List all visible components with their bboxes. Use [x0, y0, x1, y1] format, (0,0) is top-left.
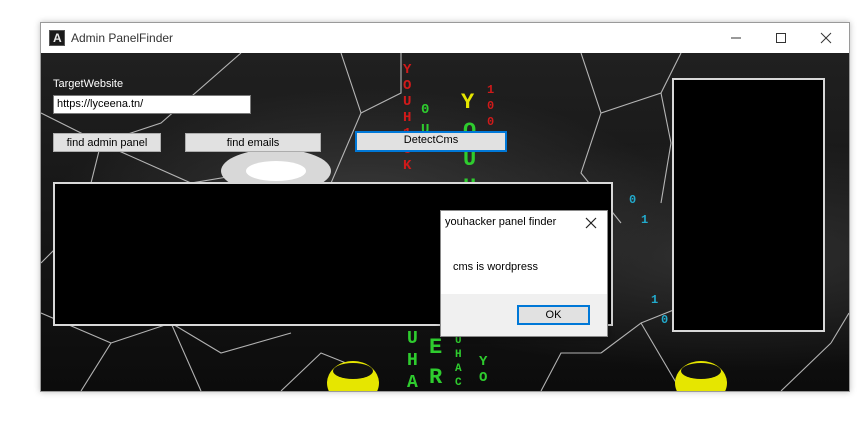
svg-text:0: 0 [661, 313, 668, 327]
ok-button[interactable]: OK [517, 305, 590, 325]
close-button[interactable] [804, 23, 849, 53]
svg-text:R: R [429, 365, 443, 390]
svg-text:A: A [455, 363, 462, 375]
dialog-title: youhacker panel finder [445, 216, 557, 228]
maximize-button[interactable] [759, 23, 804, 53]
svg-text:C: C [455, 377, 462, 389]
svg-text:E: E [429, 335, 442, 360]
find-admin-panel-button[interactable]: find admin panel [53, 133, 161, 152]
title-bar[interactable]: A Admin PanelFinder [41, 23, 849, 53]
find-emails-button[interactable]: find emails [185, 133, 321, 152]
app-icon: A [49, 30, 65, 46]
target-website-label: TargetWebsite [53, 78, 124, 90]
svg-text:0: 0 [487, 99, 494, 113]
svg-text:0: 0 [421, 102, 429, 118]
svg-text:O: O [403, 78, 411, 94]
side-output-box[interactable] [672, 78, 825, 332]
detect-cms-button[interactable]: DetectCms [355, 131, 507, 152]
window-title: Admin PanelFinder [71, 31, 174, 45]
svg-text:Y: Y [479, 354, 488, 370]
svg-text:Y: Y [403, 62, 412, 78]
svg-text:H: H [407, 351, 418, 371]
close-icon[interactable] [585, 217, 597, 229]
message-dialog: youhacker panel finder cms is wordpress … [440, 210, 608, 337]
svg-text:0: 0 [629, 193, 636, 207]
svg-text:K: K [403, 158, 412, 174]
svg-text:1: 1 [487, 83, 494, 97]
svg-text:O: O [479, 370, 487, 386]
svg-text:1: 1 [641, 213, 648, 227]
svg-text:H: H [403, 110, 411, 126]
svg-text:H: H [455, 349, 462, 361]
dialog-footer: OK [441, 294, 607, 336]
close-icon [820, 32, 832, 44]
svg-text:A: A [407, 373, 418, 391]
svg-text:Y: Y [461, 90, 475, 115]
minimize-icon [731, 37, 741, 39]
dialog-message: cms is wordpress [453, 261, 538, 273]
svg-text:U: U [403, 94, 411, 110]
svg-text:0: 0 [487, 115, 494, 129]
minimize-button[interactable] [714, 23, 759, 53]
maximize-icon [776, 33, 786, 43]
svg-text:1: 1 [651, 293, 658, 307]
svg-text:U: U [407, 329, 418, 349]
target-website-input[interactable]: https://lyceena.tn/ [53, 95, 251, 114]
